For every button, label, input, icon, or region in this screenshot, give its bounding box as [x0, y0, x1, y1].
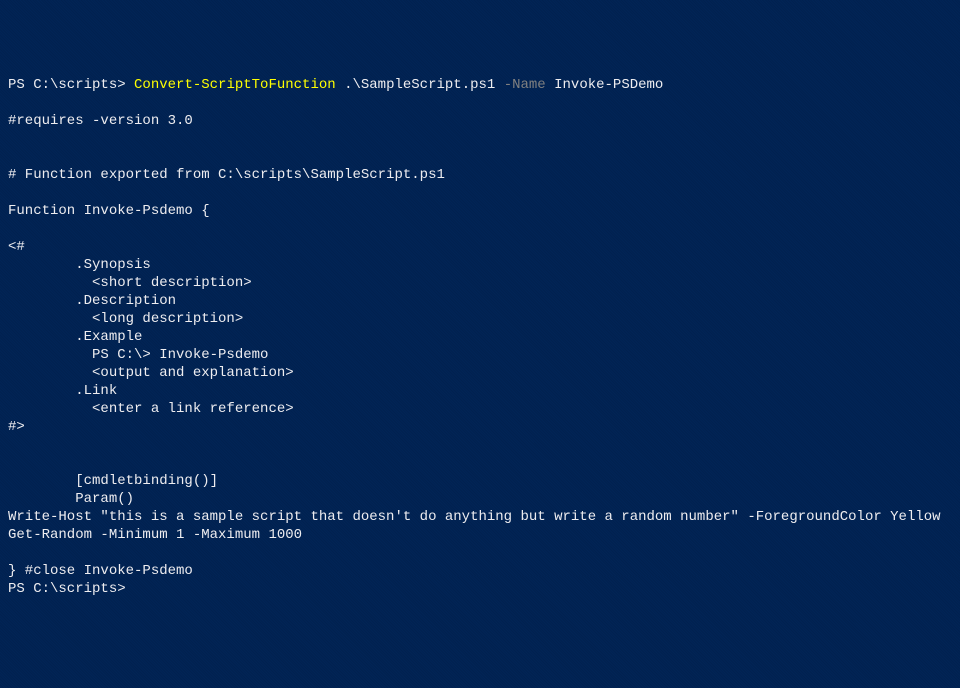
output-line: <long description> — [8, 310, 952, 328]
output-line: #> — [8, 418, 952, 436]
output-line: #requires -version 3.0 — [8, 112, 952, 130]
output-line: [cmdletbinding()] — [8, 472, 952, 490]
output-line — [8, 454, 952, 472]
script-path-arg: .\SampleScript.ps1 — [336, 77, 504, 93]
output-line: .Link — [8, 382, 952, 400]
output-line: PS C:\> Invoke-Psdemo — [8, 346, 952, 364]
output-line: .Description — [8, 292, 952, 310]
output-line: .Example — [8, 328, 952, 346]
output-line: Function Invoke-Psdemo { — [8, 202, 952, 220]
prompt-prefix: PS C:\scripts> — [8, 77, 134, 93]
command-line: PS C:\scripts> Convert-ScriptToFunction … — [8, 76, 952, 94]
output-line: Get-Random -Minimum 1 -Maximum 1000 — [8, 526, 952, 544]
output-line: <output and explanation> — [8, 364, 952, 382]
prompt-line: PS C:\scripts> — [8, 580, 952, 598]
output-line: Param() — [8, 490, 952, 508]
prompt-prefix: PS C:\scripts> — [8, 581, 126, 597]
output-line — [8, 184, 952, 202]
output-line — [8, 220, 952, 238]
output-line: Write-Host "this is a sample script that… — [8, 508, 952, 526]
name-value-arg: Invoke-PSDemo — [546, 77, 664, 93]
output-line — [8, 94, 952, 112]
output-line — [8, 148, 952, 166]
powershell-terminal[interactable]: PS C:\scripts> Convert-ScriptToFunction … — [8, 76, 952, 598]
output-line — [8, 436, 952, 454]
output-line: } #close Invoke-Psdemo — [8, 562, 952, 580]
output-line: <# — [8, 238, 952, 256]
output-line: <enter a link reference> — [8, 400, 952, 418]
output-line — [8, 544, 952, 562]
output-line — [8, 130, 952, 148]
output-line: <short description> — [8, 274, 952, 292]
output-line: .Synopsis — [8, 256, 952, 274]
cmdlet-name: Convert-ScriptToFunction — [134, 77, 336, 93]
output-line: # Function exported from C:\scripts\Samp… — [8, 166, 952, 184]
name-parameter: -Name — [504, 77, 546, 93]
